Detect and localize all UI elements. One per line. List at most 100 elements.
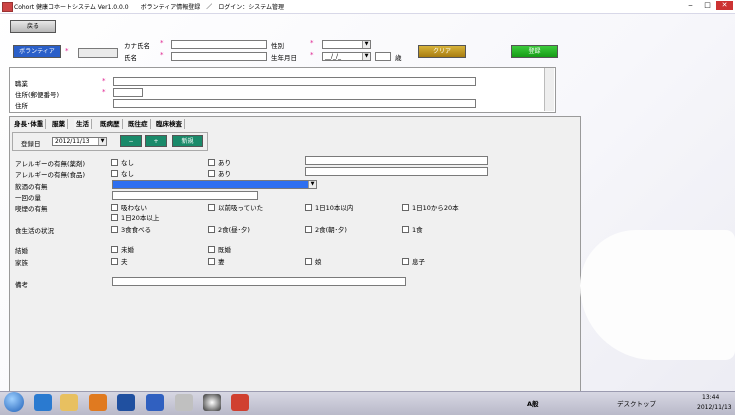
diet-three-meals-checkbox[interactable]: 3食食べる	[111, 224, 151, 234]
postal-code-field[interactable]	[113, 88, 143, 97]
window-title: Cohort 健康コホートシステム Ver1.0.0.0 ボランティア情報登録 …	[14, 4, 285, 11]
smoking-10to20-checkbox[interactable]: 1日10から20本	[402, 202, 459, 212]
tab-lab-tests[interactable]: 臨床検査	[154, 119, 185, 129]
required-mark: *	[102, 77, 106, 85]
address-label: 住所	[15, 102, 28, 110]
allergy-drug-yes-checkbox[interactable]: あり	[208, 157, 231, 167]
volunteer-button[interactable]: ボランティア	[13, 45, 61, 58]
app-icon	[2, 2, 13, 12]
link-icon[interactable]	[146, 394, 164, 411]
entry-date-label: 登録日	[21, 140, 41, 148]
amount-per-drink-label: 一回の量	[15, 194, 41, 202]
tab-current-illness[interactable]: 既病歴	[98, 119, 123, 129]
required-mark: *	[310, 51, 314, 59]
birthdate-label: 生年月日	[271, 54, 297, 62]
address-field[interactable]	[113, 99, 476, 108]
family-husband-checkbox[interactable]: 夫	[111, 256, 128, 266]
allergy-food-none-checkbox[interactable]: なし	[111, 168, 134, 178]
lifestyle-panel	[9, 116, 581, 393]
clock-date[interactable]: 2012/11/13	[697, 404, 732, 411]
tools-icon[interactable]	[175, 394, 193, 411]
name-field[interactable]	[171, 52, 267, 61]
tab-past-illness[interactable]: 既往症	[126, 119, 151, 129]
next-button[interactable]: +	[145, 135, 167, 147]
start-button[interactable]	[4, 392, 24, 412]
smoking-never-checkbox[interactable]: 吸わない	[111, 202, 147, 212]
address-panel-scrollbar[interactable]	[544, 68, 554, 111]
chevron-down-icon: ▼	[362, 53, 370, 60]
smoking-former-checkbox[interactable]: 以前吸っていた	[208, 202, 263, 212]
maximize-button[interactable]: □	[699, 1, 716, 10]
family-son-checkbox[interactable]: 息子	[402, 256, 425, 266]
diet-label: 食生活の状況	[15, 227, 54, 235]
ie-icon[interactable]	[34, 394, 52, 411]
tab-height-weight[interactable]: 身長･体重	[12, 119, 47, 129]
smoking-under10-checkbox[interactable]: 1日10本以内	[305, 202, 353, 212]
folder-icon[interactable]	[60, 394, 78, 411]
ime-indicator[interactable]: A般	[527, 398, 539, 408]
age-field[interactable]	[375, 52, 391, 61]
clear-button[interactable]: クリア	[418, 45, 466, 58]
chevron-down-icon: ▼	[98, 138, 106, 145]
postal-code-label: 住所(郵便番号)	[15, 91, 60, 99]
clock-time[interactable]: 13:44	[702, 394, 719, 401]
chevron-down-icon: ▼	[308, 181, 316, 188]
new-entry-button[interactable]: 新規	[172, 135, 203, 147]
entry-date-select[interactable]: 2012/11/13 ▼	[52, 137, 107, 146]
powerpoint-icon[interactable]	[231, 394, 249, 411]
birthdate-placeholder: __/_/_	[325, 53, 342, 60]
drinking-select[interactable]: ▼	[112, 180, 317, 189]
tab-medication[interactable]: 服薬	[50, 119, 68, 129]
required-mark: *	[160, 39, 164, 47]
tab-lifestyle[interactable]: 生活	[74, 119, 92, 129]
required-mark: *	[310, 39, 314, 47]
age-suffix: 歳	[395, 54, 402, 62]
family-wife-checkbox[interactable]: 妻	[208, 256, 225, 266]
notes-label: 備考	[15, 281, 28, 289]
gender-label: 性別	[271, 42, 284, 50]
notes-field[interactable]	[112, 277, 406, 286]
required-mark: *	[160, 51, 164, 59]
family-daughter-checkbox[interactable]: 娘	[305, 256, 322, 266]
gender-select[interactable]: ▼	[322, 40, 371, 49]
diet-one-meal-checkbox[interactable]: 1食	[402, 224, 423, 234]
required-mark: *	[102, 88, 106, 96]
window-title-bar: Cohort 健康コホートシステム Ver1.0.0.0 ボランティア情報登録 …	[0, 0, 735, 14]
allergy-food-yes-checkbox[interactable]: あり	[208, 168, 231, 178]
kana-name-field[interactable]	[171, 40, 267, 49]
allergy-drug-label: アレルギーの有無(薬剤)	[15, 160, 86, 168]
close-button[interactable]: ✕	[716, 1, 733, 10]
diet-breakfast-dinner-checkbox[interactable]: 2食(朝･夕)	[305, 224, 347, 234]
marriage-label: 結婚	[15, 247, 28, 255]
marriage-married-checkbox[interactable]: 既婚	[208, 244, 231, 254]
minimize-button[interactable]: ‒	[682, 1, 699, 10]
app-icon-blue[interactable]	[117, 394, 135, 411]
family-label: 家族	[15, 259, 28, 267]
name-label: 氏名	[124, 54, 137, 62]
job-label: 職業	[15, 80, 28, 88]
diet-lunch-dinner-checkbox[interactable]: 2食(昼･夕)	[208, 224, 250, 234]
smoking-label: 喫煙の有無	[15, 205, 48, 213]
globe-icon[interactable]	[203, 394, 221, 411]
job-field[interactable]	[113, 77, 476, 86]
media-player-icon[interactable]	[89, 394, 107, 411]
kana-name-label: カナ氏名	[124, 42, 150, 50]
amount-per-drink-field[interactable]	[112, 191, 258, 200]
previous-button[interactable]: −	[120, 135, 142, 147]
drinking-label: 飲酒の有無	[15, 183, 48, 191]
register-button[interactable]: 登録	[511, 45, 558, 58]
chevron-down-icon: ▼	[362, 41, 370, 48]
desktop-toolbar-label[interactable]: デスクトップ	[617, 398, 656, 408]
required-mark: *	[65, 47, 69, 55]
marriage-single-checkbox[interactable]: 未婚	[111, 244, 134, 254]
allergy-food-detail-field[interactable]	[305, 167, 488, 176]
allergy-drug-detail-field[interactable]	[305, 156, 488, 165]
back-button[interactable]: 戻る	[10, 20, 56, 33]
smoking-over20-checkbox[interactable]: 1日20本以上	[111, 212, 159, 222]
allergy-drug-none-checkbox[interactable]: なし	[111, 157, 134, 167]
volunteer-id-field[interactable]	[78, 48, 118, 58]
birthdate-picker[interactable]: __/_/_ ▼	[322, 52, 371, 61]
desktop-background-shape	[580, 230, 735, 360]
allergy-food-label: アレルギーの有無(食品)	[15, 171, 86, 179]
entry-date-value: 2012/11/13	[55, 138, 90, 145]
